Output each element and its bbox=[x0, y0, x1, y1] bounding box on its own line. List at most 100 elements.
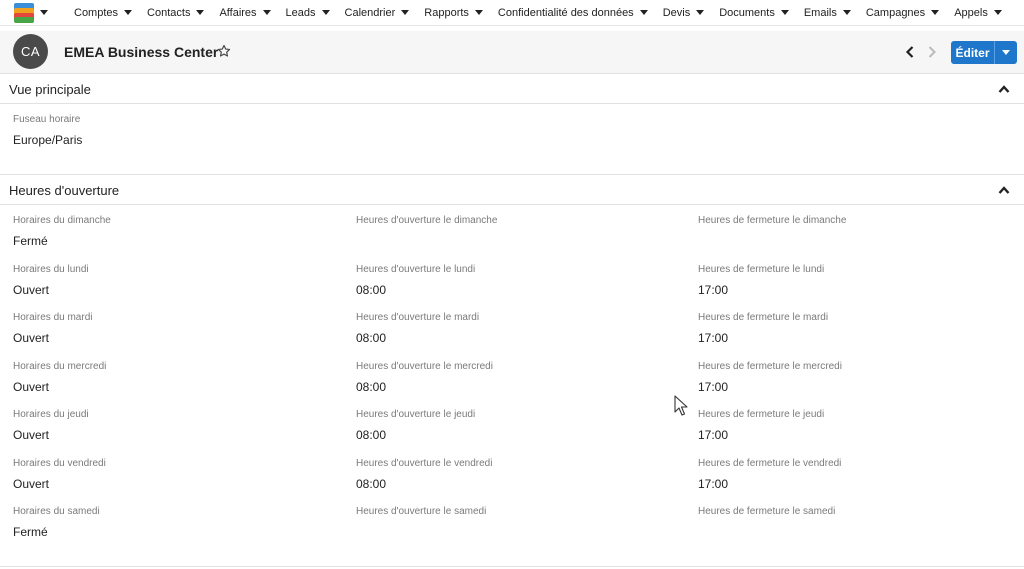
wednesday-open-field: Heures d'ouverture le mercredi 08:00 bbox=[356, 361, 493, 394]
chevron-down-icon bbox=[696, 10, 705, 15]
menu-item-label: Contacts bbox=[147, 6, 191, 19]
star-outline-icon[interactable] bbox=[217, 44, 231, 58]
menu-item-comptes[interactable]: Comptes bbox=[74, 0, 133, 26]
field-value: 08:00 bbox=[356, 283, 387, 297]
wednesday-close-field: Heures de fermeture le mercredi 17:00 bbox=[698, 361, 842, 394]
record-title: EMEA Business Center bbox=[64, 44, 219, 60]
menu-item-label: Documents bbox=[719, 6, 775, 19]
sunday-close-field: Heures de fermeture le dimanche bbox=[698, 215, 846, 248]
timezone-field: Fuseau horaire Europe/Paris bbox=[13, 114, 82, 147]
menu-item-leads[interactable]: Leads bbox=[286, 0, 330, 26]
monday-status-field: Horaires du lundi Ouvert bbox=[13, 264, 89, 297]
field-value: Europe/Paris bbox=[13, 133, 83, 147]
menu-item-label: Calendrier bbox=[344, 6, 396, 19]
menu-item-label: Confidentialité des données bbox=[497, 6, 634, 19]
menu-item-label: Emails bbox=[803, 6, 837, 19]
chevron-down-icon bbox=[780, 10, 789, 15]
panel-header-main[interactable]: Vue principale bbox=[0, 73, 1024, 104]
field-label: Horaires du dimanche bbox=[13, 215, 111, 226]
menu-item-label: Affaires bbox=[219, 6, 257, 19]
chevron-down-icon bbox=[262, 10, 271, 15]
menu-item-documents[interactable]: Documents bbox=[719, 0, 789, 26]
field-value: 17:00 bbox=[698, 331, 729, 345]
chevron-down-icon bbox=[993, 10, 1002, 15]
chevron-down-icon bbox=[1002, 50, 1010, 55]
field-label: Horaires du jeudi bbox=[13, 409, 89, 420]
field-value: Fermé bbox=[13, 234, 48, 248]
field-value: Ouvert bbox=[13, 477, 50, 491]
field-value: 17:00 bbox=[698, 477, 729, 491]
field-label: Fuseau horaire bbox=[13, 114, 81, 125]
menu-item-appels[interactable]: Appels bbox=[954, 0, 1002, 26]
edit-button-group: Éditer bbox=[951, 41, 1017, 64]
field-value bbox=[356, 525, 486, 539]
field-label: Heures de fermeture le vendredi bbox=[698, 458, 842, 469]
wednesday-status-field: Horaires du mercredi Ouvert bbox=[13, 361, 106, 394]
menu-item-contacts[interactable]: Contacts bbox=[147, 0, 205, 26]
field-value: 08:00 bbox=[356, 380, 387, 394]
menu-item-rapports[interactable]: Rapports bbox=[424, 0, 483, 26]
field-value bbox=[698, 234, 846, 248]
record-header: CA EMEA Business Center Éditer bbox=[0, 31, 1024, 74]
menu-item-label: Comptes bbox=[74, 6, 119, 19]
field-value: Ouvert bbox=[13, 283, 50, 297]
field-value: 08:00 bbox=[356, 428, 387, 442]
menu-item-emails[interactable]: Emails bbox=[804, 0, 851, 26]
field-label: Horaires du samedi bbox=[13, 506, 100, 517]
menu-item-label: Appels bbox=[954, 6, 988, 19]
chevron-up-icon[interactable] bbox=[998, 185, 1010, 195]
chevron-right-icon[interactable] bbox=[926, 45, 938, 59]
saturday-close-field: Heures de fermeture le samedi bbox=[698, 506, 835, 539]
field-label: Heures d'ouverture le mercredi bbox=[356, 361, 493, 372]
field-value bbox=[356, 234, 497, 248]
chevron-down-icon bbox=[474, 10, 483, 15]
menu-item-label: Campagnes bbox=[865, 6, 926, 19]
field-value: Ouvert bbox=[13, 380, 50, 394]
panel-header-hours[interactable]: Heures d'ouverture bbox=[0, 174, 1024, 205]
app-logo-menu[interactable] bbox=[0, 2, 64, 23]
field-value: Ouvert bbox=[13, 428, 50, 442]
field-label: Heures d'ouverture le vendredi bbox=[356, 458, 493, 469]
chevron-down-icon bbox=[842, 10, 851, 15]
saturday-open-field: Heures d'ouverture le samedi bbox=[356, 506, 486, 539]
field-label: Heures d'ouverture le lundi bbox=[356, 264, 476, 275]
friday-open-field: Heures d'ouverture le vendredi 08:00 bbox=[356, 458, 492, 491]
mouse-cursor-icon bbox=[674, 395, 688, 416]
menu-item-affaires[interactable]: Affaires bbox=[219, 0, 271, 26]
app-logo-icon bbox=[14, 2, 34, 23]
field-value: Ouvert bbox=[13, 331, 50, 345]
chevron-down-icon bbox=[931, 10, 940, 15]
thursday-status-field: Horaires du jeudi Ouvert bbox=[13, 409, 89, 442]
menu-item-campagnes[interactable]: Campagnes bbox=[865, 0, 940, 26]
tuesday-status-field: Horaires du mardi Ouvert bbox=[13, 312, 92, 345]
menu-item-confidentialite[interactable]: Confidentialité des données bbox=[498, 0, 648, 26]
field-label: Heures d'ouverture le jeudi bbox=[356, 409, 476, 420]
menu-item-label: Rapports bbox=[424, 6, 469, 19]
edit-button[interactable]: Éditer bbox=[951, 41, 995, 64]
field-label: Horaires du mercredi bbox=[13, 361, 107, 372]
field-value: 08:00 bbox=[356, 331, 387, 345]
chevron-up-icon[interactable] bbox=[998, 84, 1010, 94]
field-value: Fermé bbox=[13, 525, 48, 539]
panel-title: Heures d'ouverture bbox=[9, 183, 120, 198]
saturday-status-field: Horaires du samedi Fermé bbox=[13, 506, 100, 539]
menu-item-label: Leads bbox=[285, 6, 316, 19]
field-label: Heures de fermeture le lundi bbox=[698, 264, 825, 275]
edit-dropdown-button[interactable] bbox=[995, 41, 1017, 64]
panel-bottom-divider bbox=[0, 566, 1024, 567]
menu-item-devis[interactable]: Devis bbox=[663, 0, 705, 26]
chevron-down-icon bbox=[124, 10, 133, 15]
chevron-down-icon bbox=[639, 10, 648, 15]
field-label: Horaires du lundi bbox=[13, 264, 89, 275]
chevron-down-icon bbox=[196, 10, 205, 15]
field-label: Horaires du vendredi bbox=[13, 458, 106, 469]
field-label: Heures de fermeture le dimanche bbox=[698, 215, 847, 226]
thursday-open-field: Heures d'ouverture le jeudi 08:00 bbox=[356, 409, 475, 442]
friday-close-field: Heures de fermeture le vendredi 17:00 bbox=[698, 458, 841, 491]
chevron-left-icon[interactable] bbox=[904, 45, 916, 59]
menu-item-calendrier[interactable]: Calendrier bbox=[345, 0, 410, 26]
tuesday-open-field: Heures d'ouverture le mardi 08:00 bbox=[356, 312, 479, 345]
field-value bbox=[698, 525, 835, 539]
tuesday-close-field: Heures de fermeture le mardi 17:00 bbox=[698, 312, 828, 345]
field-label: Heures d'ouverture le samedi bbox=[356, 506, 487, 517]
